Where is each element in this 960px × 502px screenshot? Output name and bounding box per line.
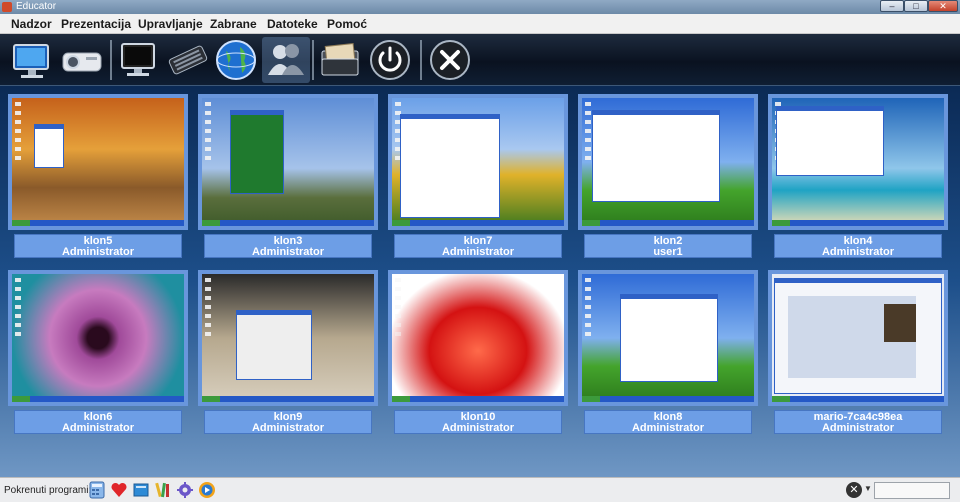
close-circle-icon[interactable] [426,37,474,83]
monitor-view-icon[interactable] [8,37,56,83]
client-user: user1 [653,246,683,258]
client-label: klon7 Administrator [394,234,562,258]
power-icon[interactable] [366,37,414,83]
client-user: Administrator [631,422,705,434]
client-screen-thumbnail[interactable] [8,94,188,230]
client-label: klon6 Administrator [14,410,182,434]
client-screen-thumbnail[interactable] [198,270,378,406]
app-icon [2,2,12,12]
client-grid: klon5 Administrator klon3 Administrator … [0,86,960,477]
toolbar-separator [312,40,314,80]
toolbar [0,34,960,86]
client-user: Administrator [251,422,325,434]
client-label: klon5 Administrator [14,234,182,258]
menu-datoteke[interactable]: Datoteke [267,17,318,31]
client-screen-thumbnail[interactable] [768,94,948,230]
minimize-button[interactable]: – [880,0,904,12]
toolbar-separator [420,40,422,80]
gear-icon[interactable] [176,481,194,499]
client-label: klon10 Administrator [394,410,562,434]
client-label: klon2 user1 [584,234,752,258]
menu-zabrane[interactable]: Zabrane [210,17,257,31]
menu-upravljanje[interactable]: Upravljanje [138,17,203,31]
client-user: Administrator [821,246,895,258]
files-icon[interactable] [316,37,364,83]
menu-bar: Nadzor Prezentacija Upravljanje Zabrane … [0,14,960,34]
client-label: klon9 Administrator [204,410,372,434]
media-player-icon[interactable] [198,481,216,499]
client-label: klon3 Administrator [204,234,372,258]
window-title: Educator [16,1,57,12]
client-user: Administrator [821,422,895,434]
client-screen-thumbnail[interactable] [768,270,948,406]
client-label: klon4 Administrator [774,234,942,258]
menu-nadzor[interactable]: Nadzor [11,17,52,31]
client-screen-thumbnail[interactable] [198,94,378,230]
close-button[interactable]: ✕ [928,0,958,12]
client-label: klon8 Administrator [584,410,752,434]
book-icon[interactable] [132,481,150,499]
menu-pomoc[interactable]: Pomoć [327,17,367,31]
close-program-button[interactable]: ✕ [846,482,862,498]
client-screen-thumbnail[interactable] [578,270,758,406]
calculator-icon[interactable] [88,481,106,499]
client-screen-thumbnail[interactable] [578,94,758,230]
toolbar-separator [110,40,112,80]
keyboard-lock-icon[interactable] [164,37,212,83]
globe-icon[interactable] [212,37,260,83]
users-icon[interactable] [262,37,310,83]
client-label: mario-7ca4c98ea Administrator [774,410,942,434]
status-field [874,482,950,499]
maximize-button[interactable]: □ [904,0,928,12]
menu-prezentacija[interactable]: Prezentacija [61,17,131,31]
client-user: Administrator [61,246,135,258]
client-user: Administrator [441,246,515,258]
screen-lock-icon[interactable] [114,37,162,83]
chevron-down-icon[interactable]: ▼ [864,484,872,493]
client-screen-thumbnail[interactable] [388,94,568,230]
heart-icon[interactable] [110,481,128,499]
client-user: Administrator [441,422,515,434]
client-user: Administrator [61,422,135,434]
paint-icon[interactable] [154,481,172,499]
title-bar: Educator – □ ✕ [0,0,960,14]
client-user: Administrator [251,246,325,258]
projector-icon[interactable] [58,37,106,83]
client-screen-thumbnail[interactable] [8,270,188,406]
status-bar: Pokrenuti programi: ✕ ▼ [0,477,960,502]
running-programs-label: Pokrenuti programi: [4,485,92,496]
client-screen-thumbnail[interactable] [388,270,568,406]
